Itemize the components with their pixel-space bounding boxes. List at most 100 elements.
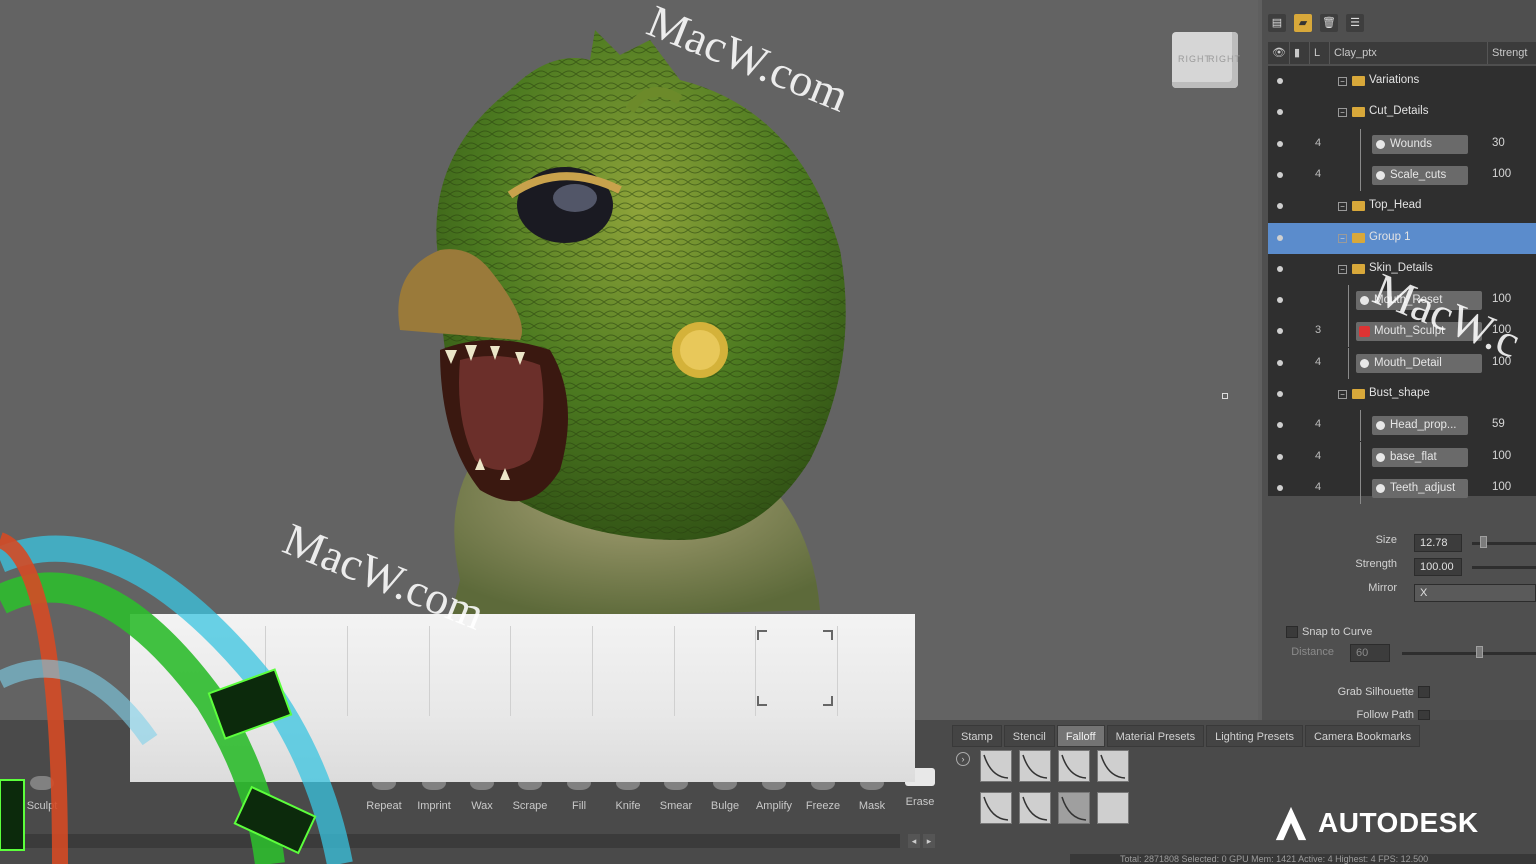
grab-silhouette-label: Grab Silhouette <box>1337 686 1414 698</box>
layer-name-chip[interactable]: Mouth_Detail <box>1356 354 1482 373</box>
strength-label: Strength <box>1355 558 1397 570</box>
visibility-toggle-icon[interactable] <box>1277 391 1283 397</box>
visibility-toggle-icon[interactable] <box>1277 485 1283 491</box>
expand-toggle-icon[interactable]: − <box>1338 108 1347 117</box>
visibility-toggle-icon[interactable] <box>1277 109 1283 115</box>
tab-material-presets[interactable]: Material Presets <box>1106 725 1205 747</box>
visibility-toggle-icon[interactable] <box>1277 422 1283 428</box>
visibility-toggle-icon[interactable] <box>1277 360 1283 366</box>
layer-row[interactable]: − Group 1 <box>1268 223 1536 254</box>
tab-camera-bookmarks[interactable]: Camera Bookmarks <box>1304 725 1421 747</box>
distance-slider[interactable] <box>1402 652 1536 655</box>
tab-lighting-presets[interactable]: Lighting Presets <box>1206 725 1303 747</box>
layer-strength[interactable]: 59 <box>1492 418 1505 430</box>
visibility-toggle-icon[interactable] <box>1277 78 1283 84</box>
view-cube[interactable]: RIGHT RIGHT <box>1172 32 1240 88</box>
layer-strength[interactable]: 100 <box>1492 293 1511 305</box>
sculpt-layer-icon <box>1360 359 1369 368</box>
distance-field[interactable]: 60 <box>1350 644 1390 662</box>
visibility-toggle-icon[interactable] <box>1277 172 1283 178</box>
layer-name: base_flat <box>1390 451 1437 463</box>
expand-toggle-icon[interactable]: − <box>1338 390 1347 399</box>
layer-name-chip[interactable]: Wounds <box>1372 135 1468 154</box>
falloff-preset[interactable] <box>1058 750 1090 782</box>
visibility-column-header[interactable]: 👁 <box>1268 42 1290 64</box>
tab-falloff[interactable]: Falloff <box>1056 725 1105 747</box>
sculpt-layer-icon <box>1376 453 1385 462</box>
layer-name-chip[interactable]: base_flat <box>1372 448 1468 467</box>
layer-row[interactable]: 4 Teeth_adjust 100 <box>1268 473 1536 504</box>
visibility-toggle-icon[interactable] <box>1277 266 1283 272</box>
falloff-preset[interactable] <box>1097 792 1129 824</box>
layer-row[interactable]: − Top_Head <box>1268 191 1536 222</box>
layer-row[interactable]: 4 base_flat 100 <box>1268 442 1536 473</box>
layer-strength[interactable]: 100 <box>1492 450 1511 462</box>
card-divider <box>837 626 838 716</box>
tool-label: Mask <box>858 800 886 812</box>
expand-toggle-icon[interactable]: − <box>1338 234 1347 243</box>
layer-strength[interactable]: 100 <box>1492 168 1511 180</box>
visibility-toggle-icon[interactable] <box>1277 454 1283 460</box>
layer-strength[interactable]: 30 <box>1492 137 1505 149</box>
distance-slider-knob[interactable] <box>1476 646 1483 658</box>
strength-field[interactable]: 100.00 <box>1414 558 1462 576</box>
snap-to-curve-checkbox[interactable] <box>1286 626 1298 638</box>
strength-column-header[interactable]: Strengt <box>1488 42 1536 64</box>
new-folder-icon[interactable]: ▰ <box>1294 14 1312 32</box>
layer-strength[interactable]: 100 <box>1492 481 1511 493</box>
falloff-preset[interactable] <box>1097 750 1129 782</box>
visibility-toggle-icon[interactable] <box>1277 235 1283 241</box>
layer-row[interactable]: − Variations <box>1268 66 1536 97</box>
expand-toggle-icon[interactable]: − <box>1338 77 1347 86</box>
tool-label: Wax <box>471 800 493 812</box>
visibility-toggle-icon[interactable] <box>1277 141 1283 147</box>
layer-row[interactable]: 4 Wounds 30 <box>1268 129 1536 160</box>
scroll-left-icon[interactable]: ◂ <box>908 834 920 848</box>
strength-slider[interactable] <box>1472 566 1536 569</box>
falloff-preset[interactable] <box>1019 750 1051 782</box>
layer-name-chip[interactable]: Head_prop... <box>1372 416 1468 435</box>
expand-toggle-icon[interactable]: − <box>1338 265 1347 274</box>
tray-nav-arrow-icon[interactable]: › <box>956 752 970 766</box>
scroll-right-icon[interactable]: ▸ <box>923 834 935 848</box>
size-field[interactable]: 12.78 <box>1414 534 1462 552</box>
layer-options-icon[interactable]: ☰ <box>1346 14 1364 32</box>
folder-icon <box>1352 264 1365 274</box>
layer-row[interactable]: − Bust_shape <box>1268 379 1536 410</box>
visibility-toggle-icon[interactable] <box>1277 297 1283 303</box>
card-divider <box>429 626 430 716</box>
tool-label: Imprint <box>417 800 451 812</box>
layer-name-column-header[interactable]: Clay_ptx <box>1330 42 1488 64</box>
layer-level: 4 <box>1314 418 1322 430</box>
new-layer-icon[interactable]: ▤ <box>1268 14 1286 32</box>
layer-row[interactable]: 4 Scale_cuts 100 <box>1268 160 1536 191</box>
layer-row[interactable]: − Cut_Details <box>1268 97 1536 128</box>
falloff-preset[interactable] <box>1019 792 1051 824</box>
falloff-preset[interactable] <box>980 792 1012 824</box>
tree-connector <box>1360 473 1361 504</box>
visibility-toggle-icon[interactable] <box>1277 328 1283 334</box>
tab-stamp[interactable]: Stamp <box>952 725 1002 747</box>
layer-name: Wounds <box>1390 138 1432 150</box>
layer-name-chip[interactable]: Scale_cuts <box>1372 166 1468 185</box>
visibility-toggle-icon[interactable] <box>1277 203 1283 209</box>
creature-bust-model[interactable] <box>380 20 860 620</box>
falloff-preset[interactable] <box>1058 792 1090 824</box>
level-column-header[interactable]: L <box>1310 42 1330 64</box>
size-slider-knob[interactable] <box>1480 536 1487 548</box>
folder-icon <box>1352 76 1365 86</box>
follow-path-checkbox[interactable] <box>1418 710 1430 720</box>
autodesk-mark-icon <box>1275 806 1307 841</box>
lock-column-header[interactable]: ▮ <box>1290 42 1310 64</box>
layer-name: Mouth_Detail <box>1374 357 1442 369</box>
delete-layer-icon[interactable]: 🗑 <box>1320 14 1338 32</box>
layer-name-chip[interactable]: Teeth_adjust <box>1372 479 1468 498</box>
expand-toggle-icon[interactable]: − <box>1338 202 1347 211</box>
falloff-preset[interactable] <box>980 750 1012 782</box>
grab-silhouette-checkbox[interactable] <box>1418 686 1430 698</box>
layer-row[interactable]: 4 Head_prop... 59 <box>1268 410 1536 441</box>
tab-stencil[interactable]: Stencil <box>1003 725 1055 747</box>
tool-label: Erase <box>905 796 935 808</box>
mirror-dropdown[interactable]: X <box>1414 584 1536 602</box>
folder-name: Cut_Details <box>1369 105 1429 117</box>
